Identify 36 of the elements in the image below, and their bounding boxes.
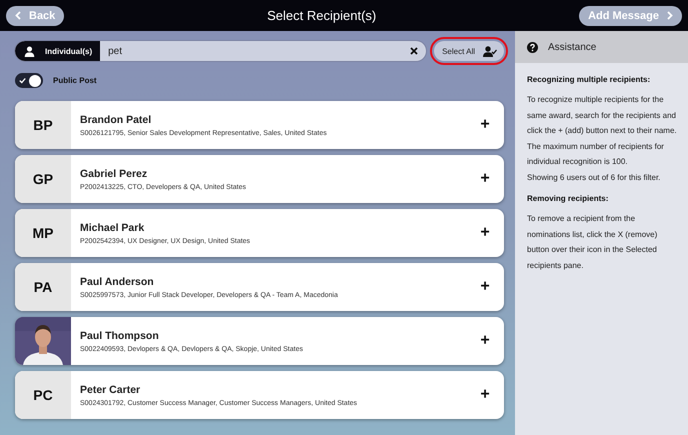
recipient-name: Paul Anderson — [80, 276, 155, 288]
section-heading: Removing recipients: — [527, 194, 610, 203]
add-button[interactable]: + — [474, 101, 504, 149]
initials-avatar: MP — [15, 209, 71, 257]
select-all-button[interactable]: Select All — [434, 41, 504, 61]
individuals-selector[interactable]: Individual(s) — [15, 41, 100, 61]
recipient-name: Paul Thompson — [80, 330, 160, 342]
public-post-toggle[interactable] — [15, 73, 43, 88]
help-text: Showing 6 users out of 6 for this filter. — [527, 172, 662, 184]
add-button[interactable]: + — [474, 263, 504, 311]
help-icon — [527, 42, 538, 52]
page-title: Select Recipient(s) — [267, 8, 376, 23]
search-field[interactable]: Individual(s) pet — [15, 41, 426, 61]
initials-avatar: PC — [15, 371, 71, 419]
recipient-name: Peter Carter — [80, 384, 142, 396]
add-button[interactable]: + — [474, 209, 504, 257]
add-button[interactable]: + — [474, 155, 504, 203]
section-heading: Recognizing multiple recipients: — [527, 75, 652, 84]
recipient-name: Brandon Patel — [80, 114, 152, 126]
initials-avatar: GP — [15, 155, 71, 203]
initials-avatar: BP — [15, 101, 71, 149]
person-check-icon — [483, 46, 497, 56]
add-button[interactable]: + — [474, 371, 504, 419]
chevron-right-icon — [666, 11, 673, 20]
recipient-name: Michael Park — [80, 222, 146, 234]
check-icon — [19, 77, 26, 84]
recipient-name: Gabriel Perez — [80, 168, 148, 180]
public-post-label: Public Post — [53, 76, 97, 85]
initials-avatar: PA — [15, 263, 71, 311]
chevron-left-icon — [15, 11, 21, 20]
help-text: The maximum number of recipients for individual recognition is 100. — [527, 140, 665, 168]
help-text: To remove a recipient from the nominations list, click the X (remove) button over their icon in the Selected recipients pane. — [527, 213, 658, 272]
add-button[interactable]: + — [474, 317, 504, 365]
person-icon — [24, 46, 35, 56]
help-text: To recognize multiple recipients for the same award, search for the recipients and click the + (add) button next to their name. — [527, 94, 678, 137]
panel-title: Assistance — [548, 42, 596, 52]
